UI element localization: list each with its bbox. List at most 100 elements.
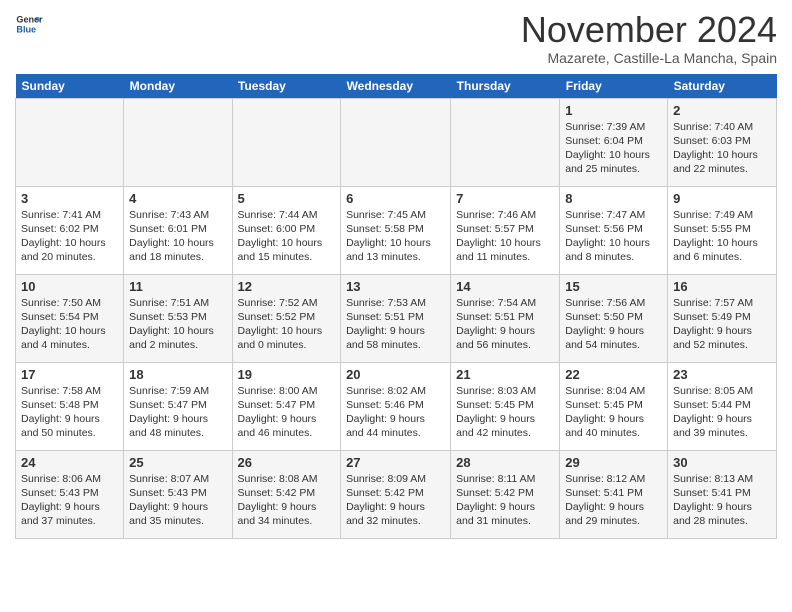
cell-content: Sunrise: 7:44 AMSunset: 6:00 PMDaylight:… (238, 208, 336, 265)
month-title: November 2024 (521, 10, 777, 50)
day-number: 28 (456, 455, 554, 470)
day-number: 21 (456, 367, 554, 382)
cell-content: Sunrise: 8:06 AMSunset: 5:43 PMDaylight:… (21, 472, 118, 529)
day-number: 7 (456, 191, 554, 206)
cell-content: Sunrise: 7:51 AMSunset: 5:53 PMDaylight:… (129, 296, 226, 353)
calendar-cell: 14 Sunrise: 7:54 AMSunset: 5:51 PMDayligh… (451, 274, 560, 362)
calendar-cell: 16 Sunrise: 7:57 AMSunset: 5:49 PMDayligh… (668, 274, 777, 362)
day-header-sunday: Sunday (16, 74, 124, 99)
calendar-cell: 18 Sunrise: 7:59 AMSunset: 5:47 PMDayligh… (124, 362, 232, 450)
day-number: 24 (21, 455, 118, 470)
svg-text:Blue: Blue (16, 24, 36, 34)
cell-content: Sunrise: 7:43 AMSunset: 6:01 PMDaylight:… (129, 208, 226, 265)
cell-content: Sunrise: 7:41 AMSunset: 6:02 PMDaylight:… (21, 208, 118, 265)
day-header-tuesday: Tuesday (232, 74, 341, 99)
cell-content: Sunrise: 7:53 AMSunset: 5:51 PMDaylight:… (346, 296, 445, 353)
cell-content: Sunrise: 7:59 AMSunset: 5:47 PMDaylight:… (129, 384, 226, 441)
day-number: 2 (673, 103, 771, 118)
calendar-cell: 21 Sunrise: 8:03 AMSunset: 5:45 PMDayligh… (451, 362, 560, 450)
cell-content: Sunrise: 7:49 AMSunset: 5:55 PMDaylight:… (673, 208, 771, 265)
cell-content: Sunrise: 8:09 AMSunset: 5:42 PMDaylight:… (346, 472, 445, 529)
day-number: 11 (129, 279, 226, 294)
cell-content: Sunrise: 8:04 AMSunset: 5:45 PMDaylight:… (565, 384, 662, 441)
cell-content: Sunrise: 8:07 AMSunset: 5:43 PMDaylight:… (129, 472, 226, 529)
calendar-cell: 9 Sunrise: 7:49 AMSunset: 5:55 PMDaylight… (668, 186, 777, 274)
day-header-thursday: Thursday (451, 74, 560, 99)
day-number: 22 (565, 367, 662, 382)
calendar-cell: 22 Sunrise: 8:04 AMSunset: 5:45 PMDayligh… (560, 362, 668, 450)
calendar-cell (451, 98, 560, 186)
calendar-cell: 23Sunrise: 8:05 AMSunset: 5:44 PMDayligh… (668, 362, 777, 450)
cell-content: Sunrise: 7:45 AMSunset: 5:58 PMDaylight:… (346, 208, 445, 265)
calendar-cell (232, 98, 341, 186)
cell-content: Sunrise: 7:57 AMSunset: 5:49 PMDaylight:… (673, 296, 771, 353)
calendar-cell: 10Sunrise: 7:50 AMSunset: 5:54 PMDayligh… (16, 274, 124, 362)
calendar-cell: 13 Sunrise: 7:53 AMSunset: 5:51 PMDayligh… (341, 274, 451, 362)
cell-content: Sunrise: 7:39 AMSunset: 6:04 PMDaylight:… (565, 120, 662, 177)
location: Mazarete, Castille-La Mancha, Spain (521, 50, 777, 66)
cell-content: Sunrise: 8:08 AMSunset: 5:42 PMDaylight:… (238, 472, 336, 529)
day-number: 16 (673, 279, 771, 294)
day-number: 26 (238, 455, 336, 470)
day-number: 25 (129, 455, 226, 470)
calendar-cell: 15 Sunrise: 7:56 AMSunset: 5:50 PMDayligh… (560, 274, 668, 362)
calendar-week-1: 1 Sunrise: 7:39 AMSunset: 6:04 PMDaylight… (16, 98, 777, 186)
day-number: 23 (673, 367, 771, 382)
calendar-cell: 1 Sunrise: 7:39 AMSunset: 6:04 PMDaylight… (560, 98, 668, 186)
calendar-body: 1 Sunrise: 7:39 AMSunset: 6:04 PMDaylight… (16, 98, 777, 538)
day-number: 18 (129, 367, 226, 382)
calendar-cell: 26 Sunrise: 8:08 AMSunset: 5:42 PMDayligh… (232, 450, 341, 538)
calendar-cell: 29 Sunrise: 8:12 AMSunset: 5:41 PMDayligh… (560, 450, 668, 538)
day-number: 20 (346, 367, 445, 382)
day-number: 13 (346, 279, 445, 294)
calendar-week-5: 24 Sunrise: 8:06 AMSunset: 5:43 PMDayligh… (16, 450, 777, 538)
day-number: 4 (129, 191, 226, 206)
title-area: November 2024 Mazarete, Castille-La Manc… (521, 10, 777, 66)
calendar-table: SundayMondayTuesdayWednesdayThursdayFrid… (15, 74, 777, 539)
day-header-friday: Friday (560, 74, 668, 99)
calendar-cell: 24 Sunrise: 8:06 AMSunset: 5:43 PMDayligh… (16, 450, 124, 538)
calendar-cell: 8Sunrise: 7:47 AMSunset: 5:56 PMDaylight… (560, 186, 668, 274)
cell-content: Sunrise: 8:12 AMSunset: 5:41 PMDaylight:… (565, 472, 662, 529)
cell-content: Sunrise: 7:58 AMSunset: 5:48 PMDaylight:… (21, 384, 118, 441)
calendar-cell: 4 Sunrise: 7:43 AMSunset: 6:01 PMDaylight… (124, 186, 232, 274)
calendar-cell: 17Sunrise: 7:58 AMSunset: 5:48 PMDayligh… (16, 362, 124, 450)
cell-content: Sunrise: 8:11 AMSunset: 5:42 PMDaylight:… (456, 472, 554, 529)
day-number: 10 (21, 279, 118, 294)
day-number: 30 (673, 455, 771, 470)
day-header-saturday: Saturday (668, 74, 777, 99)
cell-content: Sunrise: 8:13 AMSunset: 5:41 PMDaylight:… (673, 472, 771, 529)
day-number: 15 (565, 279, 662, 294)
cell-content: Sunrise: 7:46 AMSunset: 5:57 PMDaylight:… (456, 208, 554, 265)
day-number: 1 (565, 103, 662, 118)
calendar-cell: 11 Sunrise: 7:51 AMSunset: 5:53 PMDayligh… (124, 274, 232, 362)
header: General Blue November 2024 Mazarete, Cas… (15, 10, 777, 66)
calendar-cell: 25 Sunrise: 8:07 AMSunset: 5:43 PMDayligh… (124, 450, 232, 538)
cell-content: Sunrise: 7:47 AMSunset: 5:56 PMDaylight:… (565, 208, 662, 265)
calendar-cell: 6 Sunrise: 7:45 AMSunset: 5:58 PMDaylight… (341, 186, 451, 274)
calendar-cell: 3 Sunrise: 7:41 AMSunset: 6:02 PMDaylight… (16, 186, 124, 274)
day-number: 14 (456, 279, 554, 294)
logo-icon: General Blue (15, 10, 43, 38)
calendar-cell: 7 Sunrise: 7:46 AMSunset: 5:57 PMDaylight… (451, 186, 560, 274)
calendar-cell (124, 98, 232, 186)
day-number: 6 (346, 191, 445, 206)
cell-content: Sunrise: 7:52 AMSunset: 5:52 PMDaylight:… (238, 296, 336, 353)
cell-content: Sunrise: 8:03 AMSunset: 5:45 PMDaylight:… (456, 384, 554, 441)
days-header-row: SundayMondayTuesdayWednesdayThursdayFrid… (16, 74, 777, 99)
cell-content: Sunrise: 7:56 AMSunset: 5:50 PMDaylight:… (565, 296, 662, 353)
cell-content: Sunrise: 7:40 AMSunset: 6:03 PMDaylight:… (673, 120, 771, 177)
day-number: 9 (673, 191, 771, 206)
cell-content: Sunrise: 7:54 AMSunset: 5:51 PMDaylight:… (456, 296, 554, 353)
logo: General Blue (15, 10, 43, 38)
calendar-cell: 5 Sunrise: 7:44 AMSunset: 6:00 PMDaylight… (232, 186, 341, 274)
calendar-cell: 30 Sunrise: 8:13 AMSunset: 5:41 PMDayligh… (668, 450, 777, 538)
calendar-cell: 2 Sunrise: 7:40 AMSunset: 6:03 PMDaylight… (668, 98, 777, 186)
calendar-cell: 20Sunrise: 8:02 AMSunset: 5:46 PMDayligh… (341, 362, 451, 450)
day-number: 29 (565, 455, 662, 470)
day-number: 5 (238, 191, 336, 206)
calendar-header: SundayMondayTuesdayWednesdayThursdayFrid… (16, 74, 777, 99)
calendar-week-4: 17Sunrise: 7:58 AMSunset: 5:48 PMDayligh… (16, 362, 777, 450)
calendar-cell: 28 Sunrise: 8:11 AMSunset: 5:42 PMDayligh… (451, 450, 560, 538)
day-number: 3 (21, 191, 118, 206)
